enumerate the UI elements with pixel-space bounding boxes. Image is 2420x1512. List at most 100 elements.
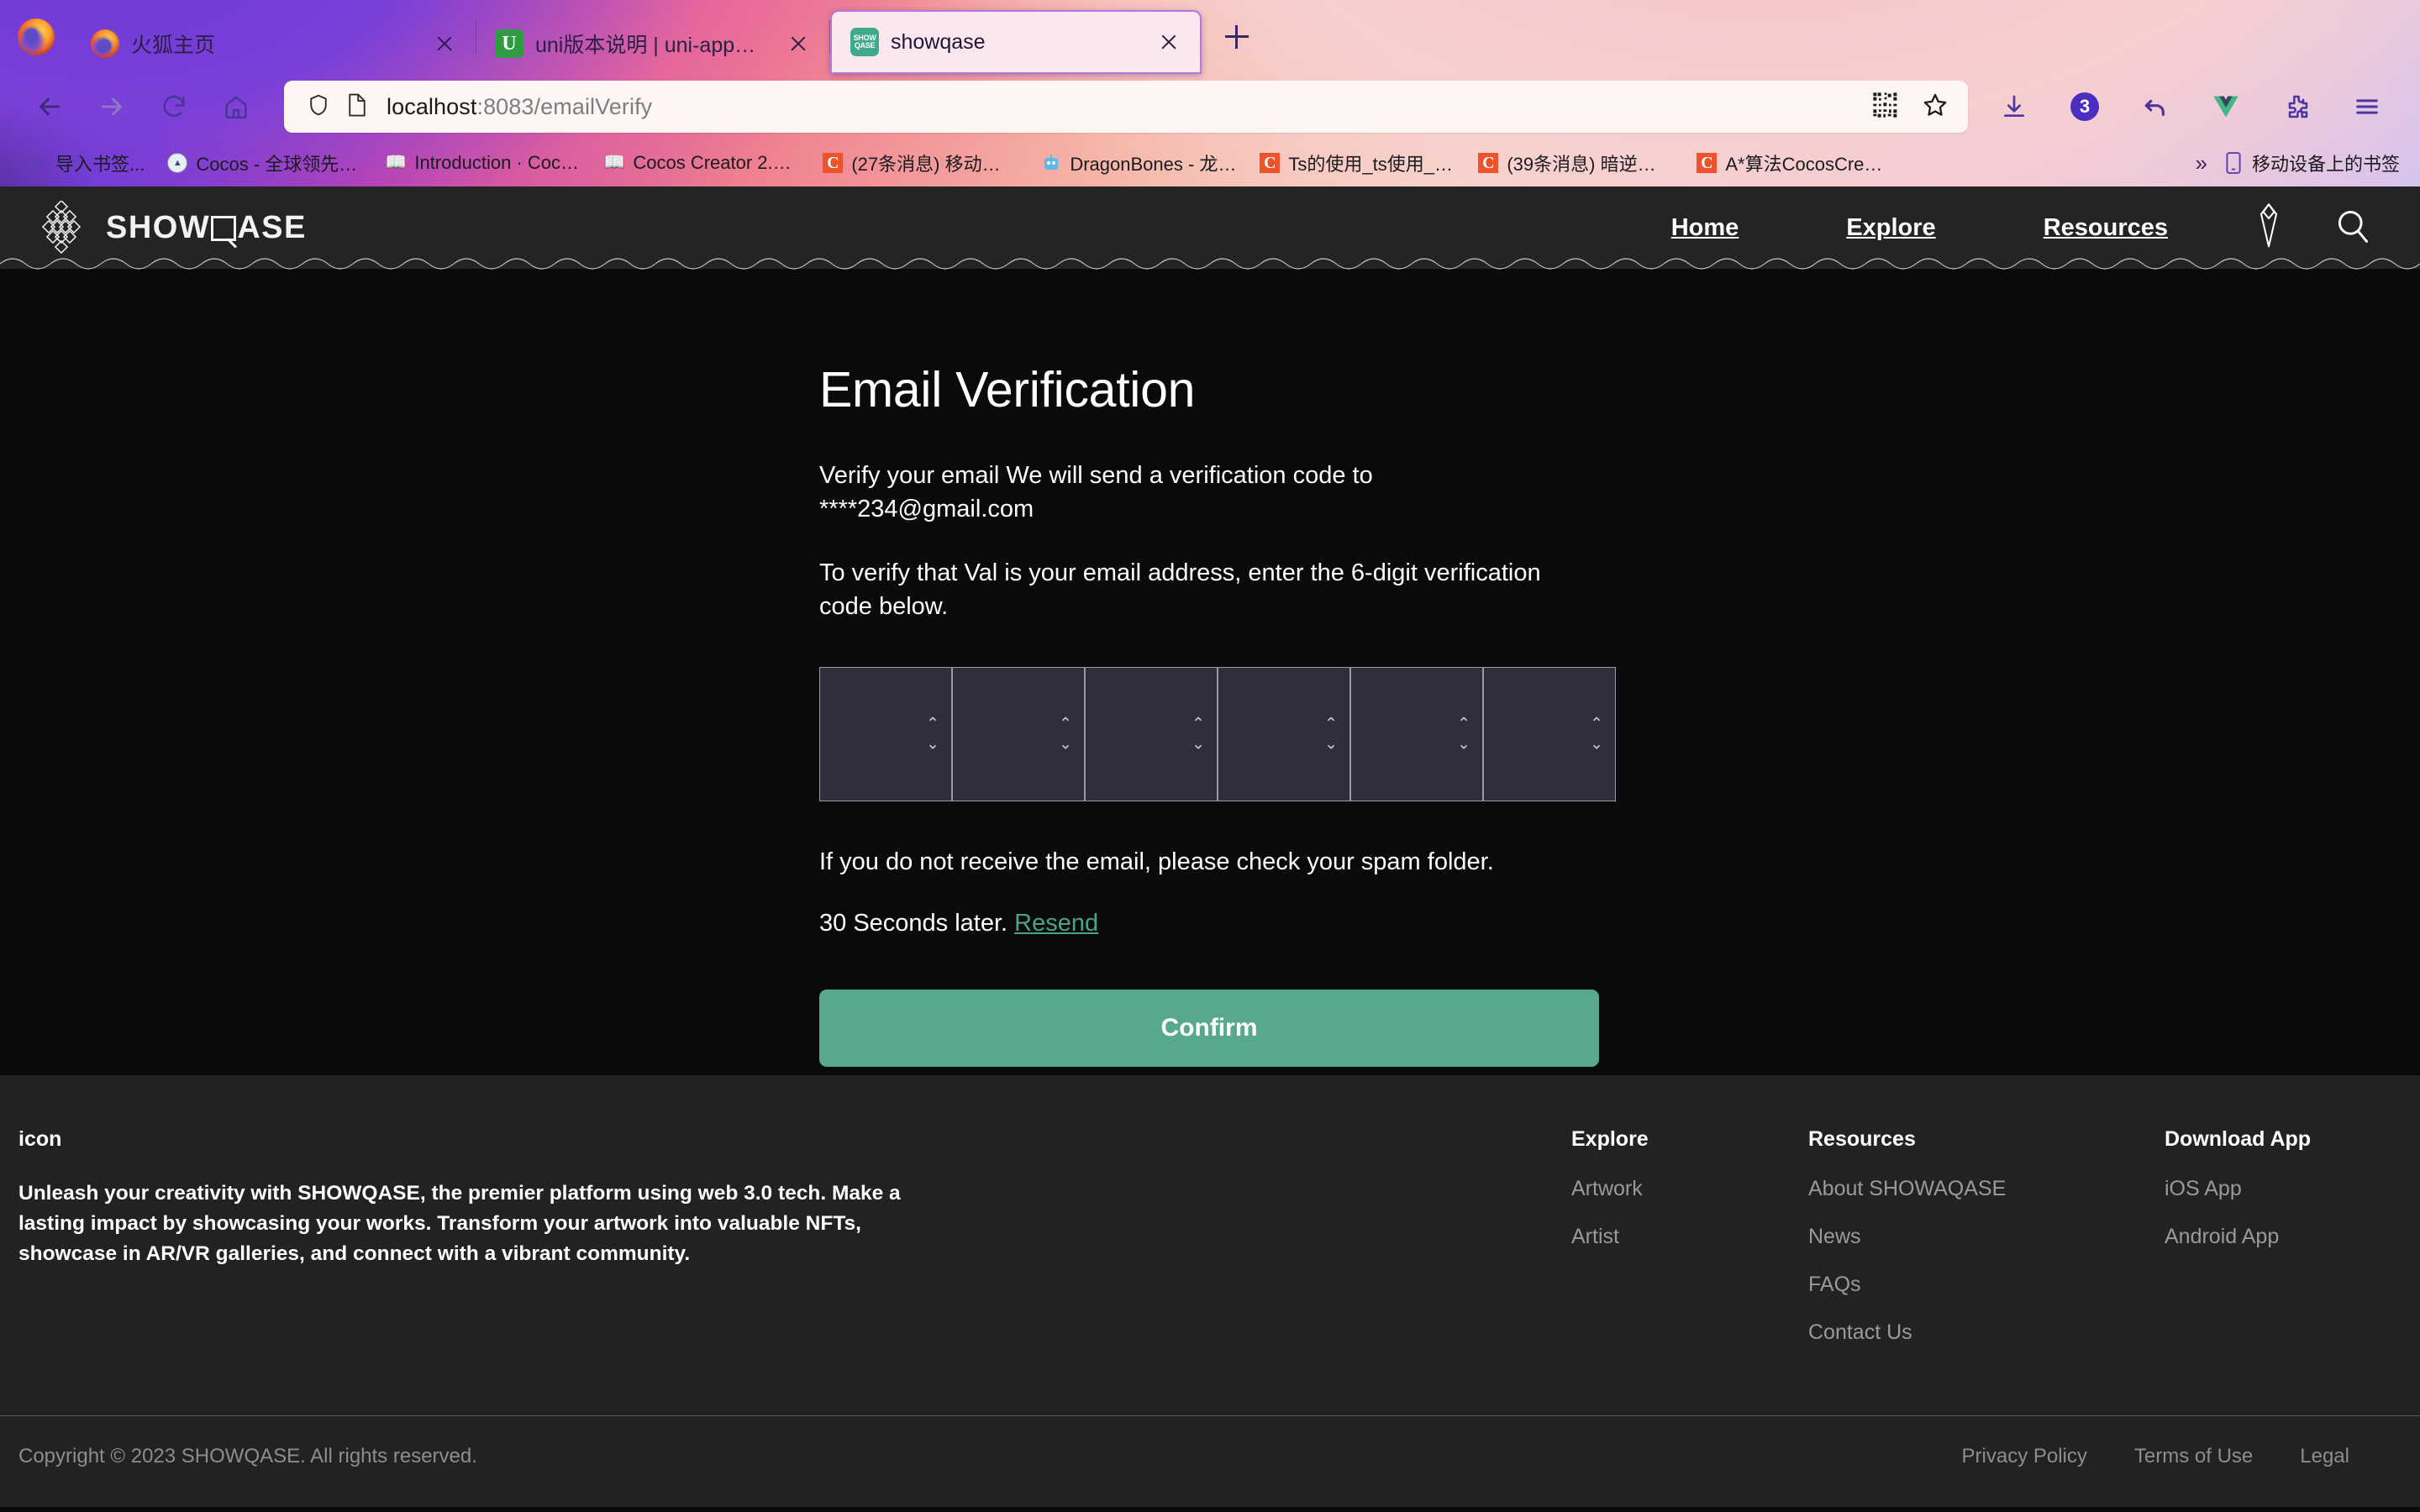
- legal-links: Privacy Policy Terms of Use Legal: [1962, 1445, 2402, 1468]
- number-spinner-icon[interactable]: ⌃ ⌄: [1590, 717, 1603, 753]
- close-icon[interactable]: [1155, 28, 1183, 56]
- forward-icon[interactable]: [81, 81, 143, 133]
- main-content: Email Verification Verify your email We …: [0, 269, 2420, 1075]
- search-icon[interactable]: [2334, 207, 2371, 249]
- bookmark-item[interactable]: C A*算法CocosCreator...: [1685, 144, 1903, 181]
- download-icon[interactable]: [1983, 81, 2045, 133]
- footer-link-news[interactable]: News: [1808, 1225, 2165, 1249]
- site-footer: icon Unleash your creativity with SHOWQA…: [0, 1075, 2420, 1507]
- number-spinner-icon[interactable]: ⌃ ⌄: [926, 717, 939, 753]
- browser-window: 火狐主页 U uni版本说明 | uni-app官网 SHOW QASE show…: [0, 0, 2420, 1512]
- firefox-logo-button[interactable]: [0, 0, 72, 74]
- vue-icon[interactable]: [2195, 81, 2257, 133]
- url-bar[interactable]: localhost:8083/emailVerify: [284, 81, 1968, 133]
- tab-showqase[interactable]: SHOW QASE showqase: [830, 10, 1202, 74]
- footer-column-heading: Resources: [1808, 1127, 1916, 1151]
- bookmark-item[interactable]: ▲ Cocos - 全球领先的...: [155, 144, 374, 181]
- footer-column-download: Download App iOS App Android App: [2165, 1127, 2402, 1368]
- bookmark-item[interactable]: 📖 Cocos Creator 2.4 A...: [592, 144, 811, 181]
- legal-link-privacy[interactable]: Privacy Policy: [1962, 1445, 2087, 1468]
- import-icon: [26, 152, 48, 174]
- tab-title: uni版本说明 | uni-app官网: [535, 34, 772, 57]
- bookmark-item[interactable]: C (39条消息) 暗逆骇客...: [1466, 144, 1685, 181]
- bookmark-item[interactable]: C (27条消息) 移动端布...: [811, 144, 1029, 181]
- bookmarks-overflow-icon[interactable]: »: [2181, 150, 2223, 176]
- number-spinner-icon[interactable]: ⌃ ⌄: [1192, 717, 1205, 753]
- legal-link-legal[interactable]: Legal: [2300, 1445, 2349, 1468]
- qrcode-icon[interactable]: [1872, 92, 1899, 123]
- footer-description: Unleash your creativity with SHOWQASE, t…: [18, 1182, 901, 1265]
- notification-counter[interactable]: 3: [2054, 81, 2116, 133]
- book-icon: 📖: [603, 153, 626, 172]
- footer-link-artist[interactable]: Artist: [1571, 1225, 1808, 1249]
- legal-link-terms[interactable]: Terms of Use: [2134, 1445, 2253, 1468]
- otp-digit-6[interactable]: ⌃ ⌄: [1483, 667, 1616, 802]
- toolbar-right-actions: 3: [1983, 81, 2398, 133]
- logo-q-glyph: [211, 215, 237, 241]
- mobile-bookmarks-item[interactable]: 移动设备上的书签: [2223, 150, 2405, 176]
- tab-strip: 火狐主页 U uni版本说明 | uni-app官网 SHOW QASE show…: [0, 0, 2420, 74]
- footer-column-heading: Explore: [1571, 1127, 1649, 1151]
- number-spinner-icon[interactable]: ⌃ ⌄: [1324, 717, 1338, 753]
- nav-item-home[interactable]: Home: [1618, 214, 1793, 242]
- back-icon[interactable]: [18, 81, 81, 133]
- footer-link-android[interactable]: Android App: [2165, 1225, 2402, 1249]
- nav-item-explore[interactable]: Explore: [1792, 214, 1989, 242]
- bookmark-item[interactable]: C Ts的使用_ts使用_Ya...: [1248, 144, 1466, 181]
- new-tab-button[interactable]: [1213, 13, 1260, 60]
- footer-link-faqs[interactable]: FAQs: [1808, 1273, 2165, 1297]
- navigation-toolbar: localhost:8083/emailVerify 3: [0, 74, 2420, 139]
- robot-icon: [1040, 152, 1062, 174]
- tab-title: showqase: [891, 29, 986, 54]
- otp-digit-5[interactable]: ⌃ ⌄: [1350, 667, 1483, 802]
- close-icon[interactable]: [430, 29, 459, 58]
- footer-icon-label: icon: [18, 1127, 62, 1151]
- star-icon[interactable]: [1921, 91, 1949, 123]
- bookmark-item[interactable]: 导入书签...: [15, 144, 155, 181]
- undo-icon[interactable]: [2124, 81, 2186, 133]
- footer-link-contact[interactable]: Contact Us: [1808, 1320, 2165, 1345]
- shield-icon[interactable]: [306, 92, 331, 122]
- hamburger-icon[interactable]: [2336, 81, 2398, 133]
- nav-item-resources[interactable]: Resources: [1990, 214, 2222, 242]
- uni-icon: U: [495, 29, 523, 58]
- diamond-icon[interactable]: [2252, 202, 2286, 253]
- csdn-icon: C: [1696, 152, 1718, 174]
- site-logo-text: SHOW ASE: [106, 209, 307, 245]
- page-icon[interactable]: [346, 92, 368, 122]
- page-title: Email Verification: [819, 362, 1196, 417]
- site-logo[interactable]: SHOW ASE: [37, 199, 307, 255]
- number-spinner-icon[interactable]: ⌃ ⌄: [1059, 717, 1072, 753]
- otp-digit-2[interactable]: ⌃ ⌄: [952, 667, 1085, 802]
- csdn-icon: C: [1477, 152, 1499, 174]
- resend-link[interactable]: Resend: [1014, 910, 1098, 937]
- resend-line: 30 Seconds later. Resend: [819, 910, 1618, 937]
- bookmark-label: Cocos Creator 2.4 A...: [633, 152, 801, 173]
- number-spinner-icon[interactable]: ⌃ ⌄: [1457, 717, 1470, 753]
- bookmark-item[interactable]: DragonBones - 龙骨...: [1029, 144, 1248, 181]
- url-text: localhost:8083/emailVerify: [387, 93, 653, 119]
- reload-icon[interactable]: [143, 81, 205, 133]
- close-icon[interactable]: [784, 29, 813, 58]
- home-icon[interactable]: [205, 81, 267, 133]
- mobile-icon: [2223, 152, 2244, 174]
- footer-link-artwork[interactable]: Artwork: [1571, 1177, 1808, 1201]
- bookmark-item[interactable]: 📖 Introduction · Cocos...: [374, 144, 592, 181]
- footer-link-about[interactable]: About SHOWAQASE: [1808, 1177, 2165, 1201]
- otp-input-group: ⌃ ⌄ ⌃ ⌄ ⌃ ⌄ ⌃ ⌄ ⌃ ⌄ ⌃ ⌄: [819, 667, 1618, 802]
- bookmark-label: A*算法CocosCreator...: [1725, 154, 1893, 175]
- tab-uni-app[interactable]: U uni版本说明 | uni-app官网: [476, 13, 829, 74]
- footer-link-ios[interactable]: iOS App: [2165, 1177, 2402, 1201]
- otp-digit-1[interactable]: ⌃ ⌄: [819, 667, 952, 802]
- puzzle-icon[interactable]: [2265, 81, 2328, 133]
- showqase-diamond-logo-icon: [37, 199, 86, 255]
- otp-digit-4[interactable]: ⌃ ⌄: [1218, 667, 1350, 802]
- bookmark-label: Ts的使用_ts使用_Ya...: [1288, 154, 1456, 175]
- bookmark-label: (39条消息) 暗逆骇客...: [1507, 154, 1675, 175]
- otp-digit-3[interactable]: ⌃ ⌄: [1085, 667, 1218, 802]
- bookmark-label: Cocos - 全球领先的...: [196, 154, 364, 175]
- confirm-button[interactable]: Confirm: [819, 990, 1599, 1068]
- tab-firefox-home[interactable]: 火狐主页: [72, 13, 476, 74]
- csdn-icon: C: [1259, 152, 1281, 174]
- bookmark-label: 移动设备上的书签: [2251, 154, 2400, 175]
